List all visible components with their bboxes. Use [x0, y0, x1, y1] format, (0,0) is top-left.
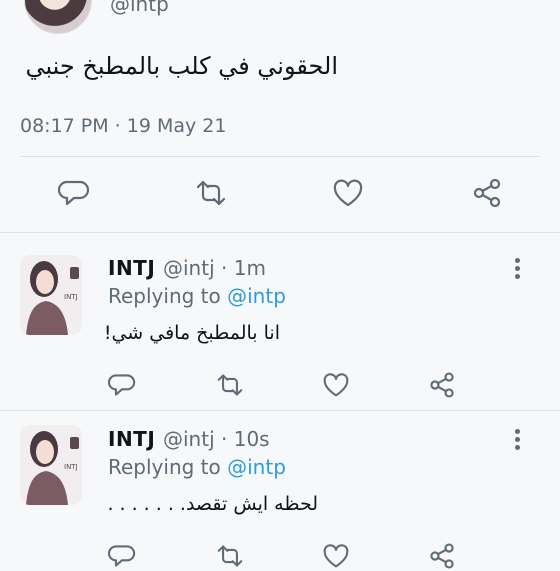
reply-text: انا بالمطبخ مافي شي! [103, 322, 280, 344]
replying-to-handle[interactable]: @intp [227, 455, 286, 479]
reply-icon[interactable] [108, 372, 136, 398]
share-icon[interactable] [427, 541, 457, 571]
replying-to-handle[interactable]: @intp [227, 284, 286, 308]
share-icon[interactable] [427, 370, 457, 400]
reply-icon[interactable] [58, 178, 90, 208]
like-icon[interactable] [322, 543, 350, 569]
divider [20, 156, 540, 157]
divider [0, 410, 560, 411]
reply-text: لحظه ايش تقصد. . . . . . . [107, 493, 318, 515]
reply-author-name[interactable]: INTJ [108, 427, 155, 451]
reply-time[interactable]: · 10s [221, 427, 270, 451]
reply-icon[interactable] [108, 543, 136, 569]
reply-avatar[interactable]: INTJ [20, 255, 82, 335]
tweet-text: الحقوني في كلب بالمطبخ جنبي [25, 52, 338, 80]
reply-avatar[interactable]: INTJ [20, 425, 82, 505]
like-icon[interactable] [322, 372, 350, 398]
reply-author-handle[interactable]: @intj [163, 256, 215, 280]
reply-time[interactable]: · 1m [221, 256, 266, 280]
divider [0, 232, 560, 233]
retweet-icon[interactable] [194, 178, 228, 208]
retweet-icon[interactable] [215, 543, 245, 569]
author-handle[interactable]: @intp [110, 0, 169, 16]
svg-text:INTJ: INTJ [64, 463, 78, 471]
tweet-timestamp[interactable]: 08:17 PM · 19 May 21 [20, 115, 226, 137]
share-icon[interactable] [470, 176, 504, 210]
svg-text:INTJ: INTJ [64, 293, 78, 301]
reply-author-handle[interactable]: @intj [163, 427, 215, 451]
more-options-icon[interactable] [515, 429, 521, 453]
author-avatar[interactable] [24, 0, 92, 34]
more-options-icon[interactable] [515, 258, 521, 282]
replying-to-label: Replying to [108, 284, 221, 308]
retweet-icon[interactable] [215, 372, 245, 398]
reply-author-name[interactable]: INTJ [108, 256, 155, 280]
like-icon[interactable] [332, 178, 364, 208]
replying-to-label: Replying to [108, 455, 221, 479]
